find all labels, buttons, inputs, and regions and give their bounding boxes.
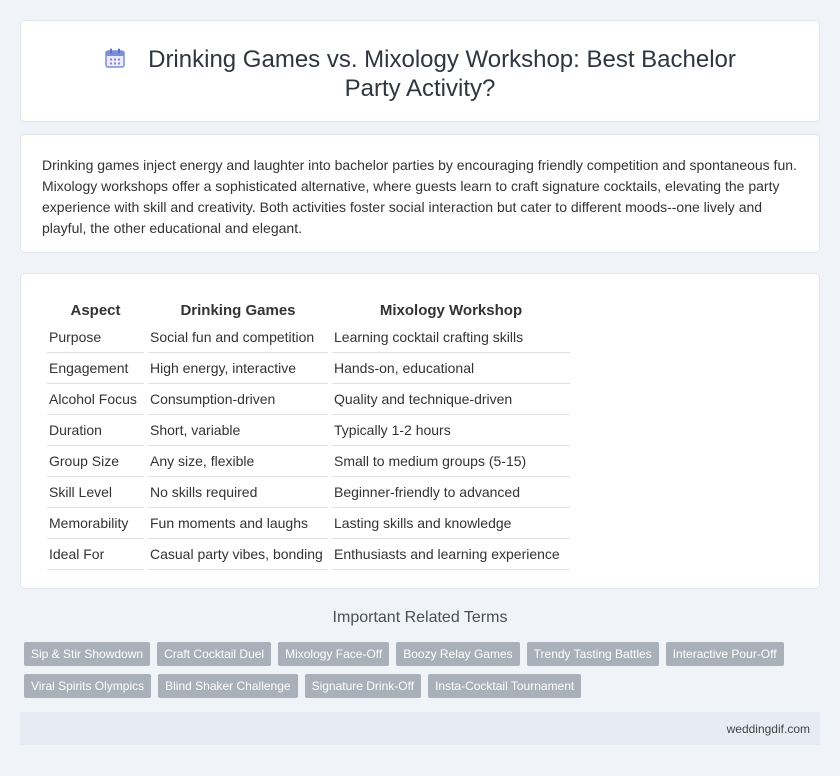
table-cell: Fun moments and laughs [148,508,328,539]
related-terms-heading: Important Related Terms [332,609,508,626]
table-cell: Casual party vibes, bonding [148,539,328,570]
table-cell: Group Size [47,446,144,477]
column-header-drinking-games: Drinking Games [180,301,296,319]
table-cell: Typically 1-2 hours [332,415,570,446]
table-cell: Purpose [47,322,144,353]
page-title: Drinking Games vs. Mixology Workshop: Be… [81,45,759,103]
table-row: Purpose Social fun and competition Learn… [47,322,570,353]
table-cell: Skill Level [47,477,144,508]
tag-viral-spirits-olympics[interactable]: Viral Spirits Olympics [24,674,152,698]
calendar-icon [105,48,125,68]
table-row: Memorability Fun moments and laughs Last… [47,508,570,539]
tag-insta-cocktail-tournament[interactable]: Insta-Cocktail Tournament [428,674,582,698]
table-cell: No skills required [148,477,328,508]
tag-boozy-relay-games[interactable]: Boozy Relay Games [396,642,520,666]
table-row: Engagement High energy, interactive Hand… [47,353,570,384]
column-header-aspect: Aspect [70,301,121,319]
tag-row: Viral Spirits Olympics Blind Shaker Chal… [24,674,804,698]
table-cell: Hands-on, educational [332,353,570,384]
table-cell: Lasting skills and knowledge [332,508,570,539]
comparison-table: Aspect Drinking Games Mixology Workshop … [43,294,574,570]
tag-signature-drink-off[interactable]: Signature Drink-Off [304,674,422,698]
tag-sip-stir-showdown[interactable]: Sip & Stir Showdown [24,642,151,666]
related-terms-tags: Sip & Stir Showdown Craft Cocktail Duel … [24,642,804,706]
tag-interactive-pour-off[interactable]: Interactive Pour-Off [665,642,784,666]
table-cell: Learning cocktail crafting skills [332,322,570,353]
table-cell: Engagement [47,353,144,384]
table-cell: Enthusiasts and learning experience [332,539,570,570]
tag-mixology-face-off[interactable]: Mixology Face-Off [278,642,390,666]
table-cell: Social fun and competition [148,322,328,353]
tag-blind-shaker-challenge[interactable]: Blind Shaker Challenge [158,674,298,698]
tag-row: Sip & Stir Showdown Craft Cocktail Duel … [24,642,804,666]
intro-paragraph: Drinking games inject energy and laughte… [42,157,797,236]
intro-card: Drinking games inject energy and laughte… [20,134,820,253]
table-row: Alcohol Focus Consumption-driven Quality… [47,384,570,415]
table-cell: Ideal For [47,539,144,570]
table-cell: Alcohol Focus [47,384,144,415]
column-header-mixology-workshop: Mixology Workshop [379,301,523,319]
table-cell: Quality and technique-driven [332,384,570,415]
tag-craft-cocktail-duel[interactable]: Craft Cocktail Duel [157,642,272,666]
table-row: Skill Level No skills required Beginner-… [47,477,570,508]
table-header-row: Aspect Drinking Games Mixology Workshop [47,294,570,322]
table-cell: Any size, flexible [148,446,328,477]
header-card: Drinking Games vs. Mixology Workshop: Be… [20,20,820,122]
page-title-text: Drinking Games vs. Mixology Workshop: Be… [148,46,736,102]
table-cell: Memorability [47,508,144,539]
table-row: Duration Short, variable Typically 1-2 h… [47,415,570,446]
table-cell: Beginner-friendly to advanced [332,477,570,508]
table-cell: Small to medium groups (5-15) [332,446,570,477]
footer-bar: weddingdif.com [20,712,820,745]
table-cell: Short, variable [148,415,328,446]
comparison-card: Aspect Drinking Games Mixology Workshop … [20,273,820,589]
table-row: Group Size Any size, flexible Small to m… [47,446,570,477]
table-cell: Consumption-driven [148,384,328,415]
table-row: Ideal For Casual party vibes, bonding En… [47,539,570,570]
tag-trendy-tasting-battles[interactable]: Trendy Tasting Battles [526,642,659,666]
table-cell: Duration [47,415,144,446]
table-cell: High energy, interactive [148,353,328,384]
footer-site-link[interactable]: weddingdif.com [727,722,810,736]
